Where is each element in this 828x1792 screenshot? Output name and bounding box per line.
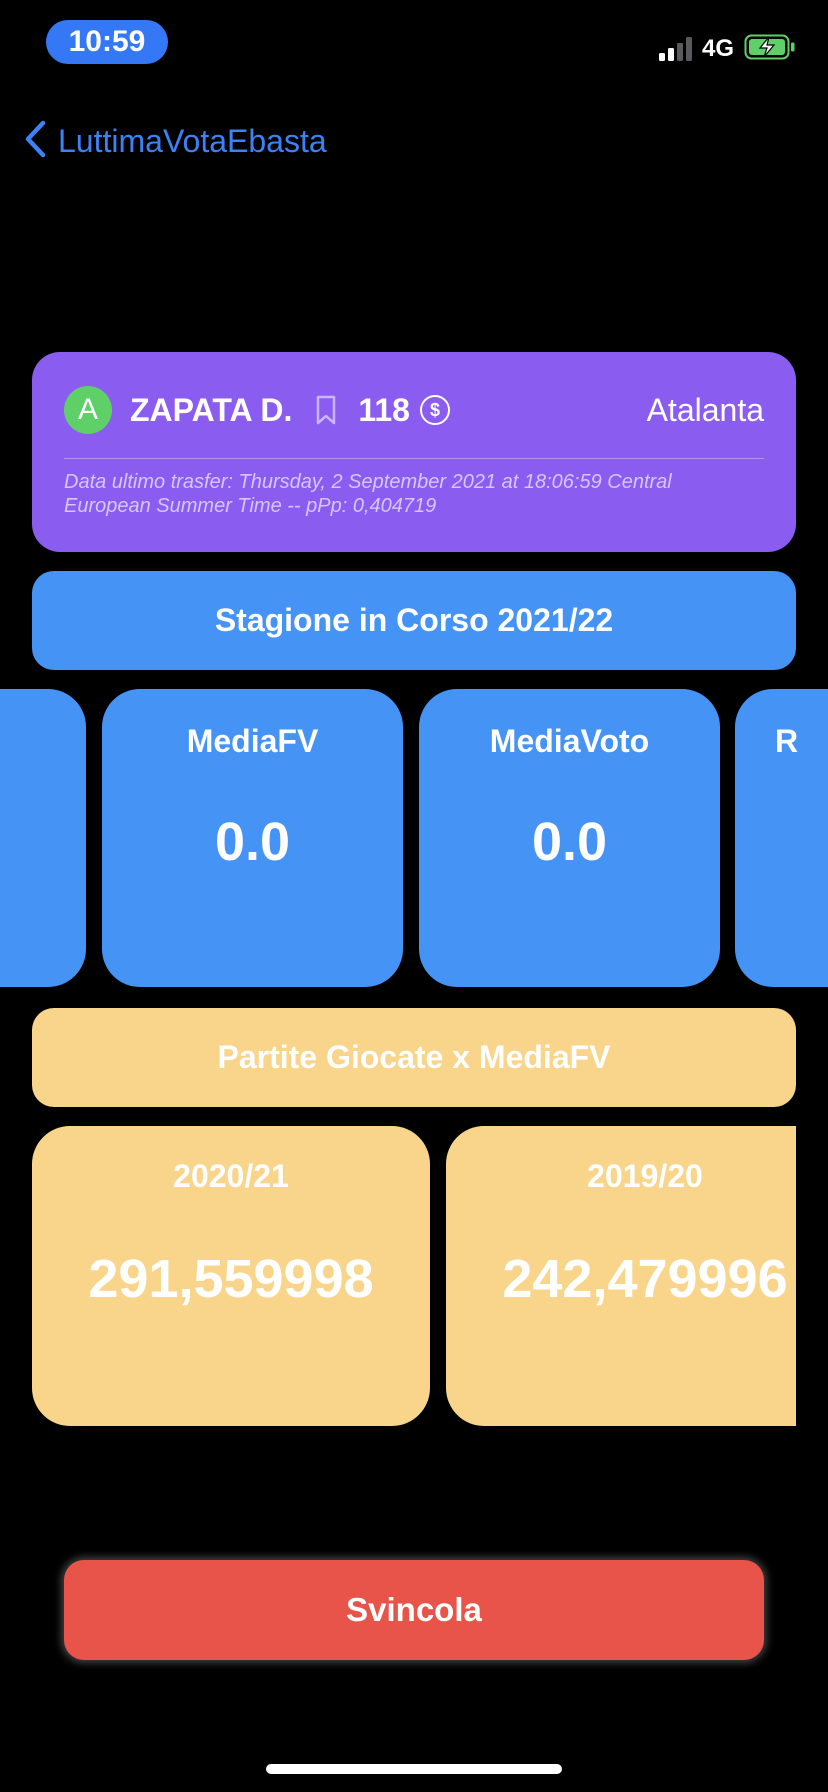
history-card[interactable]: 2019/20 242,479996 bbox=[446, 1126, 796, 1426]
history-card[interactable]: 2020/21 291,559998 bbox=[32, 1126, 430, 1426]
status-time: 10:59 bbox=[46, 20, 168, 64]
status-indicators: 4G bbox=[658, 34, 796, 65]
screen: 10:59 4G LuttimaVotaEbasta A ZAPATA D. 1… bbox=[0, 0, 828, 1792]
stat-value: 0.0 bbox=[214, 812, 291, 872]
battery-charging-icon bbox=[744, 34, 796, 65]
stat-label: MediaVoto bbox=[489, 723, 650, 759]
bookmark-icon[interactable] bbox=[314, 394, 338, 426]
stat-card-partial-left[interactable] bbox=[0, 689, 86, 987]
stat-label: R bbox=[775, 723, 799, 759]
stat-card-mediavoto[interactable]: MediaVoto 0.0 bbox=[419, 689, 720, 987]
stat-label: MediaFV bbox=[186, 723, 319, 759]
player-name: ZAPATA D. bbox=[130, 391, 293, 428]
player-team: Atalanta bbox=[646, 391, 764, 428]
history-season: 2019/20 bbox=[587, 1158, 703, 1194]
stat-value: 0.0 bbox=[531, 812, 608, 872]
release-button[interactable]: Svincola bbox=[64, 1560, 764, 1660]
dollar-coin-icon: $ bbox=[419, 395, 450, 425]
player-header: A ZAPATA D. 118 $ Atalanta bbox=[64, 384, 764, 436]
history-season: 2020/21 bbox=[173, 1158, 289, 1194]
back-label: LuttimaVotaEbasta bbox=[58, 122, 327, 159]
role-badge: A bbox=[64, 386, 112, 434]
player-price: 118 bbox=[358, 391, 410, 428]
history-value: 242,479996 bbox=[502, 1249, 788, 1309]
chevron-left-icon bbox=[22, 119, 48, 164]
history-value: 291,559998 bbox=[88, 1249, 374, 1309]
season-header: Stagione in Corso 2021/22 bbox=[32, 571, 796, 670]
stat-card-mediafv[interactable]: MediaFV 0.0 bbox=[102, 689, 403, 987]
stat-card-partial-right[interactable]: R bbox=[735, 689, 828, 987]
back-button[interactable]: LuttimaVotaEbasta bbox=[22, 118, 327, 164]
network-type: 4G bbox=[701, 35, 734, 62]
transfer-info: Data ultimo trasfer: Thursday, 2 Septemb… bbox=[64, 471, 672, 517]
history-carousel[interactable]: 2020/21 291,559998 2019/20 242,479996 bbox=[32, 1126, 796, 1426]
signal-icon bbox=[658, 37, 692, 61]
home-indicator[interactable] bbox=[266, 1764, 562, 1774]
player-card: A ZAPATA D. 118 $ Atalanta Data ultimo t… bbox=[32, 352, 796, 552]
history-header: Partite Giocate x MediaFV bbox=[32, 1008, 796, 1107]
divider bbox=[64, 458, 764, 459]
